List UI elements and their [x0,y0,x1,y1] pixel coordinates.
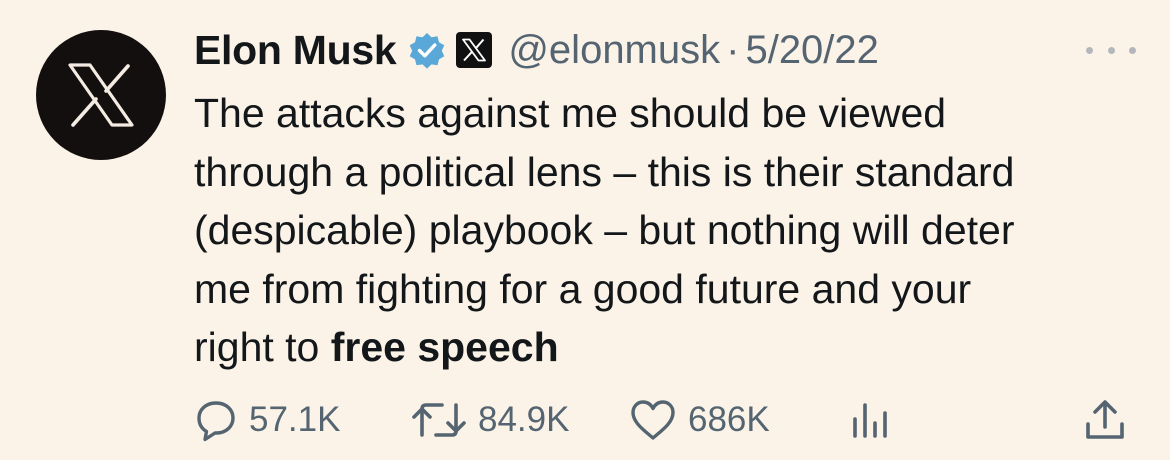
tweet-line: The attacks against me should be viewed [194,90,947,136]
tweet-date[interactable]: 5/20/22 [745,28,878,73]
action-bar: 57.1K 84.9K 686K [0,390,1170,450]
like-button[interactable]: 686K [628,390,770,450]
like-count: 686K [688,400,770,439]
handle[interactable]: @elonmusk [508,28,720,73]
tweet-line: through a political lens – this is their… [194,148,1015,195]
reply-icon [197,401,235,442]
avatar[interactable] [36,30,166,160]
display-name[interactable]: Elon Musk [194,27,397,74]
tweet-text: The attacks against me should be viewed … [194,84,1134,377]
retweet-count: 84.9K [478,400,570,439]
share-button[interactable] [1082,390,1128,450]
tweet-bold-phrase: free speech [330,324,559,370]
verified-badge-icon[interactable] [408,31,446,69]
x-affiliate-badge-icon[interactable] [456,32,493,68]
reply-button[interactable]: 57.1K [193,390,340,450]
heart-icon [631,400,675,440]
reply-count: 57.1K [249,400,341,439]
tweet-line-prefix: right to [194,324,331,370]
retweet-button[interactable]: 84.9K [410,390,569,450]
share-icon [1086,400,1124,439]
x-logo-icon [68,63,134,127]
more-options-icon[interactable] [1086,40,1136,60]
views-chart-icon [853,403,887,438]
tweet-header: Elon Musk @elonmusk · 5/20/22 [194,22,879,78]
tweet-line: (despicable) playbook – but nothing will… [194,207,1015,253]
retweet-icon [412,403,466,437]
tweet-line: me from fighting for a good future and y… [194,265,972,312]
views-button[interactable] [848,390,894,450]
separator-dot: · [726,27,740,72]
tweet-line-last: right to free speech [194,318,1134,377]
